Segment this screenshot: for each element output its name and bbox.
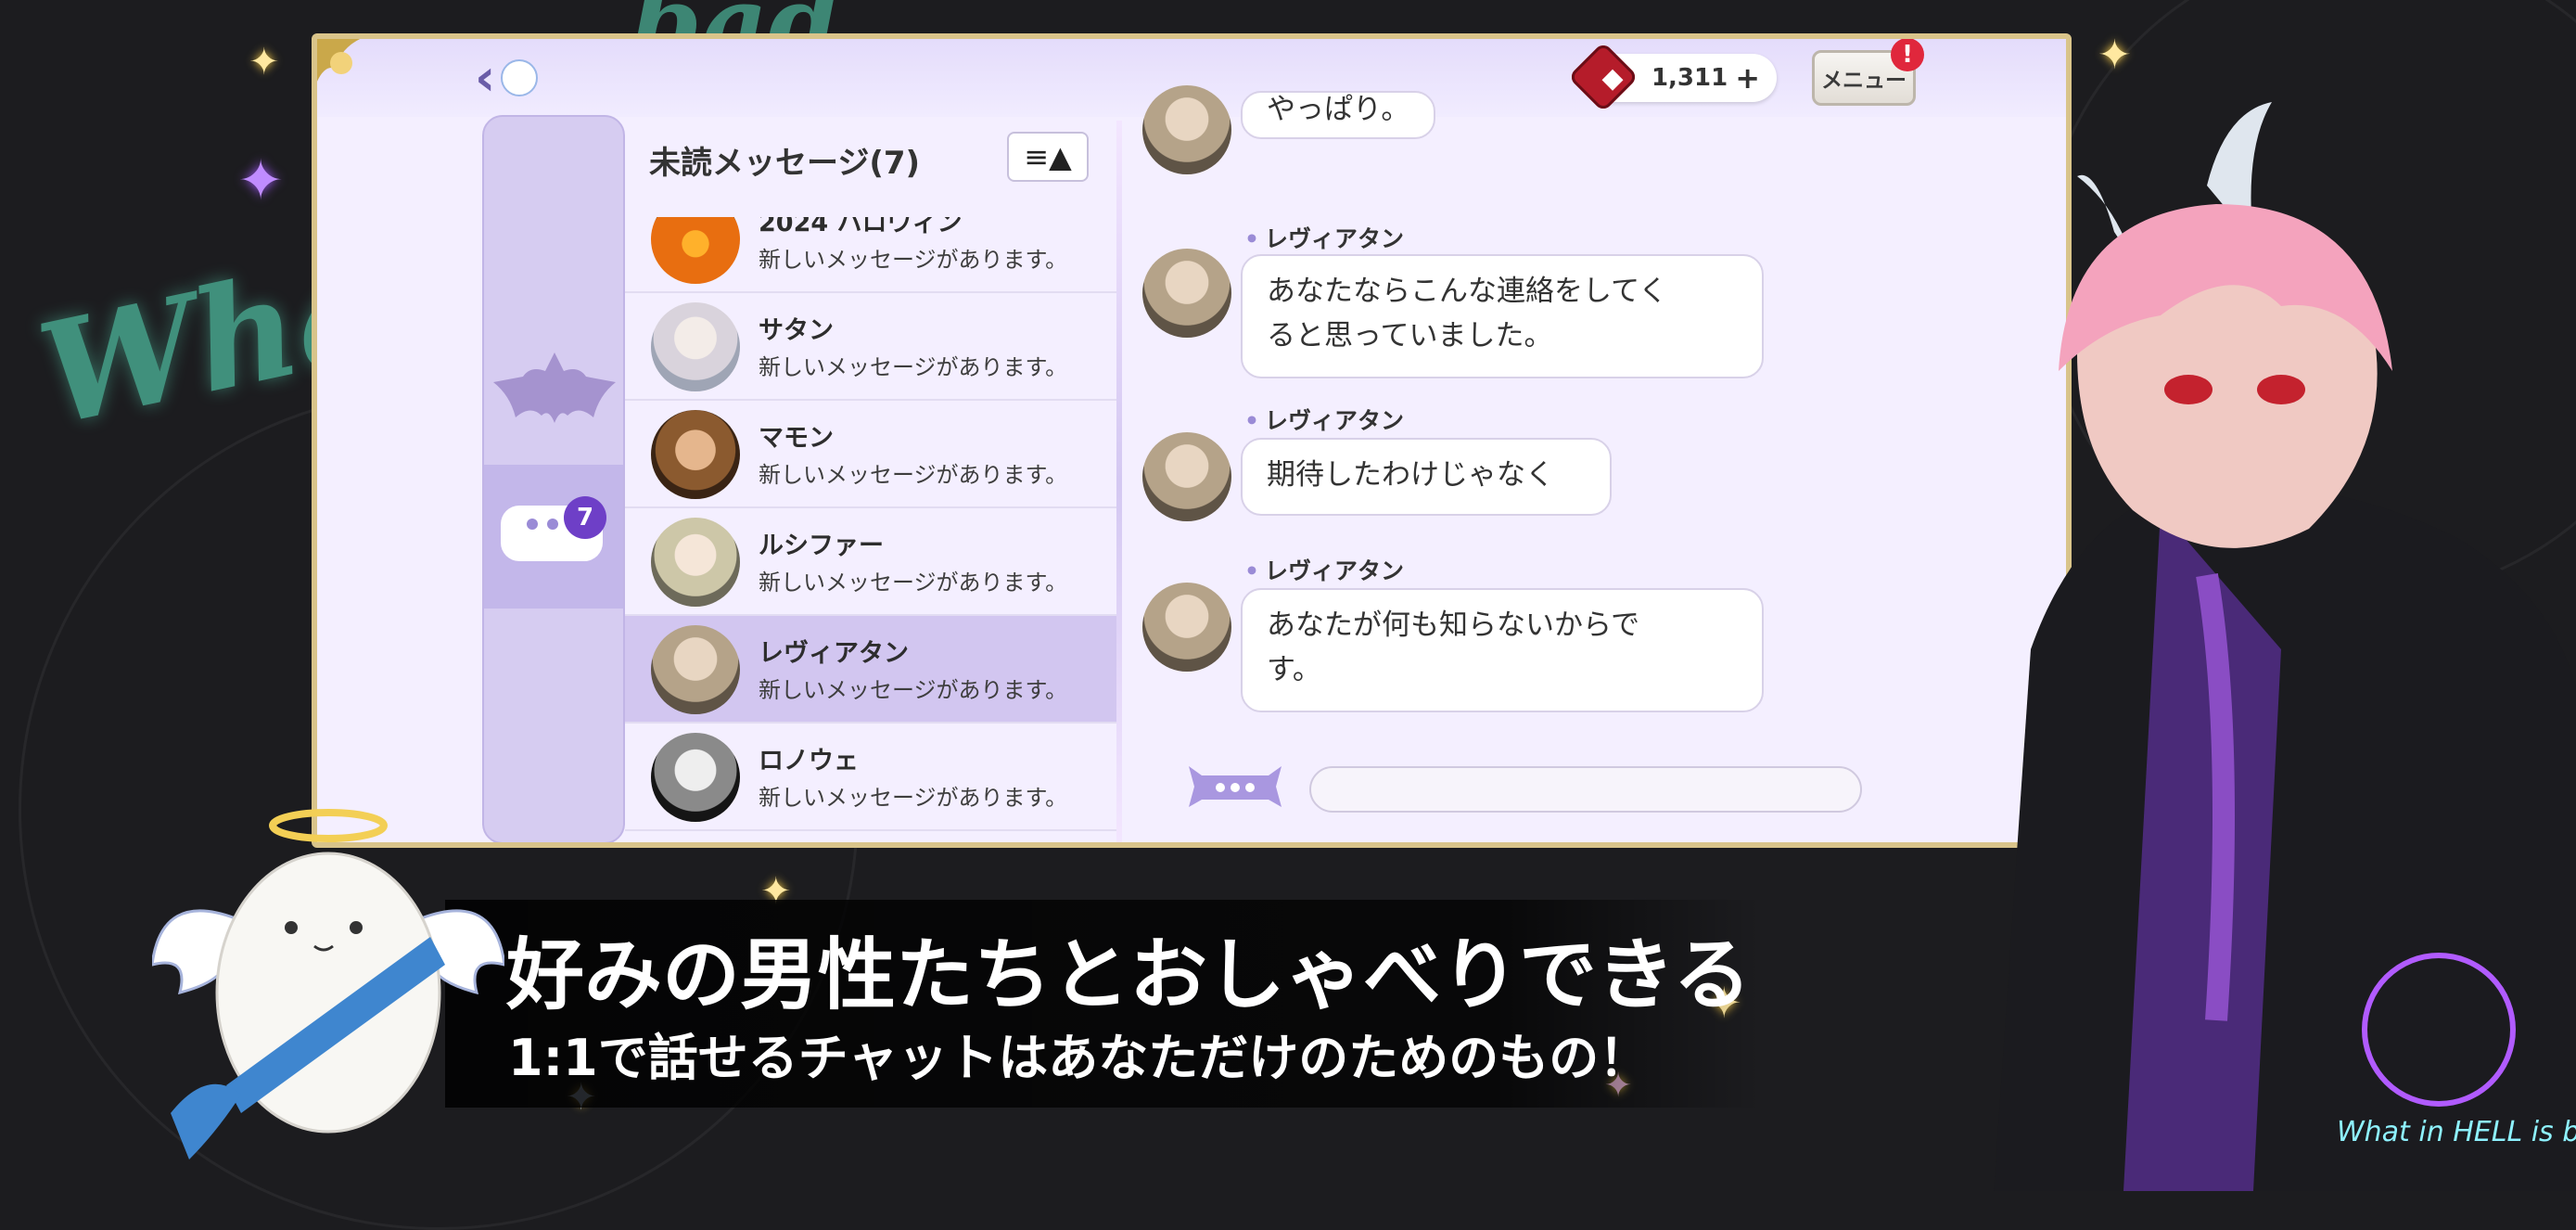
message-text: やっぱり。 <box>1267 93 1410 126</box>
message-avatar <box>1142 85 1231 174</box>
bat-icon[interactable] <box>490 340 619 432</box>
list-item-name: ルシファー <box>759 532 884 560</box>
message-avatar <box>1142 583 1231 672</box>
list-item-preview: 新しいメッセージがあります。 <box>759 570 1068 596</box>
chat-options-icon[interactable] <box>1185 759 1285 814</box>
message-bubble: やっぱり。 <box>1241 91 1436 139</box>
message-text: ると思っていました。 <box>1267 319 1553 352</box>
message-text: あなたが何も知らないからで <box>1267 609 1640 642</box>
list-item-name: サタン <box>759 316 834 345</box>
corner-ornament-icon <box>317 39 361 82</box>
chat-tab[interactable]: 7 <box>484 465 623 609</box>
notification-badge: ! <box>1891 39 1924 71</box>
list-item[interactable]: ロノウェ 新しいメッセージがあります。 <box>625 724 1116 831</box>
avatar <box>651 410 740 499</box>
message-bubble: あなたが何も知らないからで す。 <box>1241 588 1764 712</box>
list-item[interactable]: マモン 新しいメッセージがあります。 <box>625 401 1116 508</box>
sparkle-icon: ✦ <box>2098 32 2132 79</box>
list-item-selected[interactable]: レヴィアタン 新しいメッセージがあります。 <box>625 616 1116 724</box>
message-avatar <box>1142 432 1231 521</box>
avatar <box>651 733 740 822</box>
mascot-icon <box>501 59 539 96</box>
message-bubble: 期待したわけじゃなく <box>1241 438 1612 516</box>
conversation-list[interactable]: 2024 ハロウィン 新しいメッセージがあります。 サタン 新しいメッセージがあ… <box>625 217 1116 842</box>
list-title: 未読メッセージ(7) <box>649 145 921 182</box>
list-item-name: マモン <box>759 424 834 453</box>
gem-mark-icon: ◆ <box>1601 62 1624 95</box>
avatar <box>651 625 740 714</box>
currency-amount: 1,311 <box>1651 64 1728 92</box>
unread-badge: 7 <box>564 496 606 539</box>
message-sender: レヴィアタン <box>1244 403 1404 436</box>
list-item[interactable]: サタン 新しいメッセージがあります。 <box>625 293 1116 401</box>
list-item-preview: 新しいメッセージがあります。 <box>759 247 1068 273</box>
chevron-left-icon: ‹ <box>475 48 496 107</box>
sparkle-icon: ✦ <box>249 41 280 83</box>
pumpkin-avatar <box>651 217 740 284</box>
avatar <box>651 302 740 391</box>
menu-button[interactable]: メニュー ! <box>1812 39 1924 106</box>
list-item-preview: 新しいメッセージがあります。 <box>759 462 1068 488</box>
sparkle-icon: ✦ <box>237 148 285 213</box>
angel-mascot-icon <box>152 809 504 1160</box>
sparkle-divider <box>1116 121 1122 842</box>
character-illustration: What in HELL is bad? <box>1994 102 2576 1191</box>
message-bubble: あなたならこんな連絡をしてく ると思っていました。 <box>1241 254 1764 378</box>
message-text: す。 <box>1267 653 1321 686</box>
add-currency-button[interactable]: + <box>1735 60 1760 96</box>
message-text: 期待したわけじゃなく <box>1267 458 1554 492</box>
promo-headline: 好みの男性たちとおしゃべりできる <box>506 929 1752 1020</box>
list-item-name: レヴィアタン <box>759 639 909 668</box>
promo-subline: 1:1で話せるチャットはあなただけのためのもの！ <box>508 1029 1650 1087</box>
sort-button[interactable]: ≡▲ <box>1007 132 1089 182</box>
list-item[interactable]: ルシファー 新しいメッセージがあります。 <box>625 508 1116 616</box>
chat-input[interactable] <box>1309 766 1862 813</box>
back-button[interactable]: ‹ <box>475 52 558 104</box>
message-sender: レヴィアタン <box>1244 553 1404 586</box>
message-avatar <box>1142 249 1231 338</box>
neon-sign-text: What in HELL is bad? <box>2337 1116 2576 1148</box>
message-sender: レヴィアタン <box>1244 221 1404 254</box>
list-item-name: ロノウェ <box>759 747 859 775</box>
list-item-name: 2024 ハロウィン <box>759 217 963 237</box>
message-text: あなたならこんな連絡をしてく <box>1267 275 1668 308</box>
chat-window: ‹ ◆ 1,311 + メニュー ! 7 未読メッセージ(7) ≡▲ 2024 … <box>312 33 2072 848</box>
currency-display[interactable]: ◆ 1,311 + <box>1567 41 1777 113</box>
list-item-preview: 新しいメッセージがあります。 <box>759 677 1068 703</box>
side-rail: 7 <box>482 115 625 842</box>
menu-label: メニュー <box>1821 69 1906 93</box>
avatar <box>651 518 740 607</box>
list-item[interactable]: 2024 ハロウィン 新しいメッセージがあります。 <box>625 217 1116 293</box>
list-item-preview: 新しいメッセージがあります。 <box>759 354 1068 380</box>
list-item-preview: 新しいメッセージがあります。 <box>759 785 1068 811</box>
